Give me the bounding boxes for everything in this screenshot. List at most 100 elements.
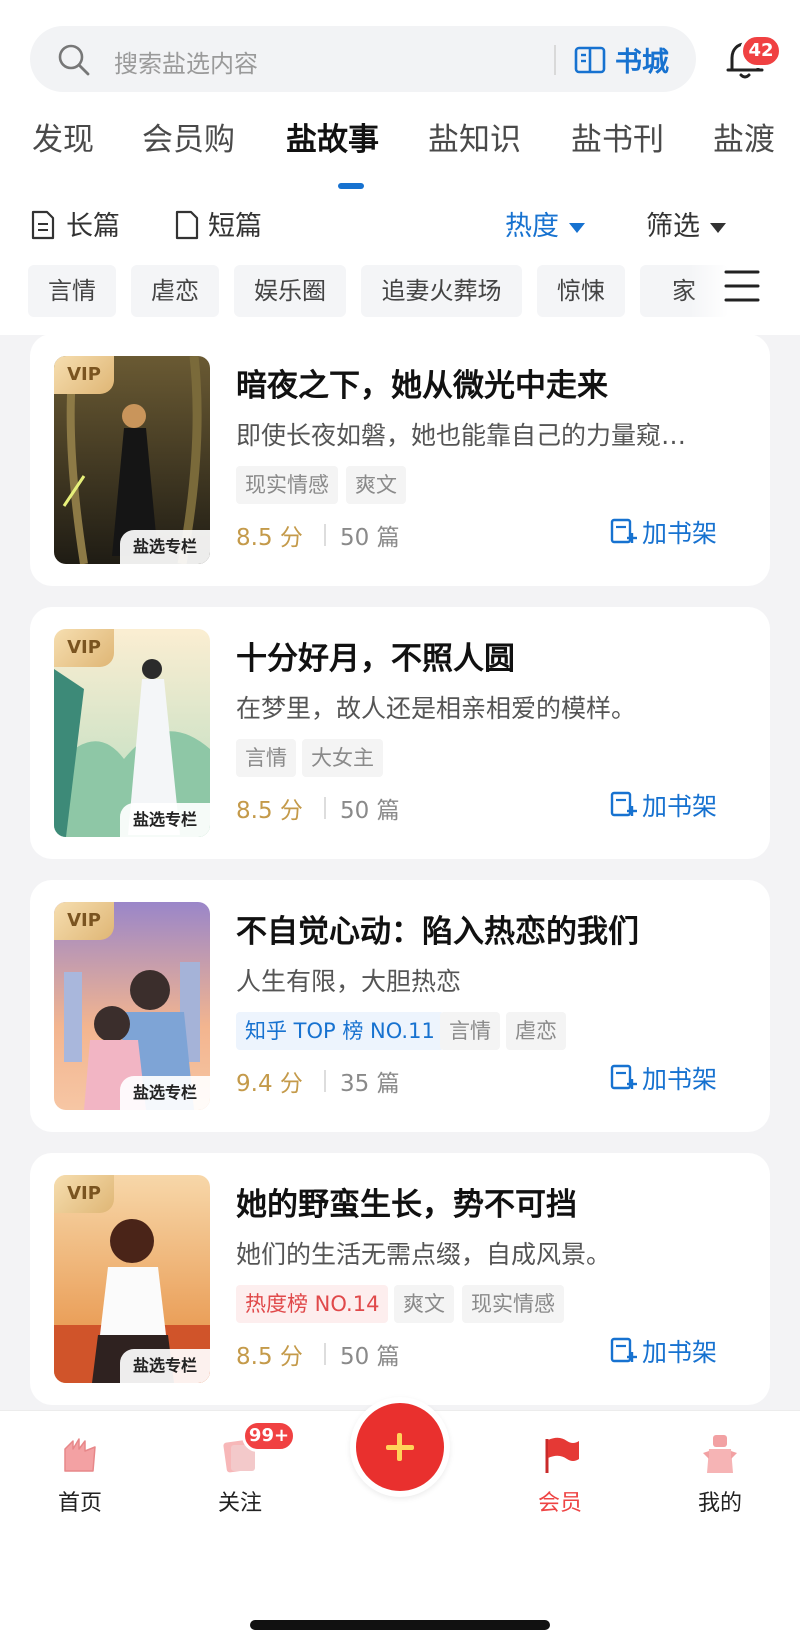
story-title[interactable]: 十分好月，不照人圆 [236, 633, 515, 678]
nav-me[interactable]: 我的 [640, 1411, 800, 1521]
tab-salt-books[interactable]: 盐书刊 [571, 114, 664, 159]
meta-separator [324, 1343, 326, 1365]
tab-salt-knowledge[interactable]: 盐知识 [428, 114, 521, 159]
home-indicator [250, 1620, 550, 1630]
cover-image[interactable]: VIP 盐选专栏 [54, 629, 210, 837]
add-to-shelf-label: 加书架 [642, 792, 718, 821]
tag: 爽文 [394, 1285, 454, 1323]
nav-member-label: 会员 [537, 1491, 582, 1516]
document-icon [31, 210, 55, 240]
story-count: 50 篇 [340, 798, 400, 824]
search-bar[interactable]: 搜索盐选内容 书城 [30, 26, 696, 92]
chip-pursue-wife[interactable]: 追妻火葬场 [361, 265, 522, 317]
nav-home-label: 首页 [57, 1491, 102, 1516]
create-button[interactable] [350, 1397, 450, 1497]
book-city-button[interactable]: 书城 [615, 40, 669, 79]
story-description: 她们的生活无需点缀，自成风景。 [236, 1240, 612, 1269]
story-title[interactable]: 暗夜之下，她从微光中走来 [236, 360, 608, 405]
nav-home[interactable]: 首页 [0, 1411, 160, 1521]
vip-badge: VIP [54, 902, 114, 940]
caret-down-icon [710, 222, 726, 233]
home-hand-icon [64, 1438, 96, 1472]
story-title[interactable]: 她的野蛮生长，势不可挡 [236, 1179, 577, 1224]
filter-long[interactable]: 长篇 [66, 204, 120, 243]
follow-badge: 99+ [242, 1420, 296, 1452]
category-tabs: 发现 会员购 盐故事 盐知识 盐书刊 盐渡 [0, 114, 800, 174]
search-icon [58, 44, 90, 76]
tag: 言情 [440, 1012, 500, 1050]
cover-image[interactable]: VIP 盐选专栏 [54, 356, 210, 564]
book-icon[interactable] [573, 43, 607, 77]
tag: 大女主 [302, 739, 383, 777]
vip-badge: VIP [54, 629, 114, 667]
ranking-tag[interactable]: 知乎 TOP 榜 NO.11 [236, 1012, 444, 1050]
story-card[interactable]: VIP 盐选专栏 暗夜之下，她从微光中走来 即使长夜如磐，她也能靠自己的力量窥…… [30, 334, 770, 586]
page-icon [175, 210, 199, 240]
story-score: 8.5 分 [236, 1344, 303, 1370]
tab-member-shop[interactable]: 会员购 [142, 114, 235, 159]
tab-salt-stories[interactable]: 盐故事 [286, 114, 379, 159]
story-card[interactable]: VIP 盐选专栏 十分好月，不照人圆 在梦里，故人还是相亲相爱的模样。 言情 大… [30, 607, 770, 859]
story-score: 9.4 分 [236, 1071, 303, 1097]
story-title[interactable]: 不自觉心动：陷入热恋的我们 [236, 906, 639, 951]
search-placeholder[interactable]: 搜索盐选内容 [114, 44, 258, 79]
nav-member[interactable]: 会员 [480, 1411, 640, 1521]
column-badge: 盐选专栏 [120, 803, 210, 837]
cover-image[interactable]: VIP 盐选专栏 [54, 902, 210, 1110]
meta-separator [324, 797, 326, 819]
tag: 现实情感 [236, 466, 338, 504]
genre-chips: 言情 虐恋 娱乐圈 追妻火葬场 惊悚 家 [0, 265, 800, 317]
nav-me-label: 我的 [697, 1491, 742, 1516]
vip-badge: VIP [54, 1175, 114, 1213]
notification-badge: 42 [740, 34, 782, 68]
add-shelf-icon [610, 518, 637, 544]
tab-salt-more[interactable]: 盐渡 [713, 114, 775, 159]
cover-image[interactable]: VIP 盐选专栏 [54, 1175, 210, 1383]
bottom-nav: 首页 关注 会员 我的 [0, 1397, 800, 1647]
add-to-shelf-label: 加书架 [642, 1338, 718, 1367]
add-shelf-icon [610, 1337, 637, 1363]
column-badge: 盐选专栏 [120, 530, 210, 564]
nav-follow-label: 关注 [217, 1491, 262, 1516]
menu-icon[interactable] [724, 266, 760, 306]
search-divider [554, 45, 556, 75]
chip-entertainment[interactable]: 娱乐圈 [234, 265, 346, 317]
chip-thriller[interactable]: 惊悚 [537, 265, 625, 317]
active-tab-indicator [338, 183, 364, 189]
story-card[interactable]: VIP 盐选专栏 她的野蛮生长，势不可挡 她们的生活无需点缀，自成风景。 热度榜… [30, 1153, 770, 1405]
chip-angst[interactable]: 虐恋 [131, 265, 219, 317]
story-count: 50 篇 [340, 1344, 400, 1370]
tag: 现实情感 [462, 1285, 564, 1323]
nav-follow[interactable]: 关注 [160, 1411, 320, 1521]
story-count: 35 篇 [340, 1071, 400, 1097]
tab-discover[interactable]: 发现 [32, 114, 94, 159]
add-to-shelf-label: 加书架 [642, 1065, 718, 1094]
flag-icon [545, 1437, 579, 1473]
filter-label: 筛选 [646, 211, 700, 242]
filter-bar: 长篇 短篇 热度 筛选 [0, 198, 800, 248]
story-count: 50 篇 [340, 525, 400, 551]
add-shelf-icon [610, 791, 637, 817]
header: 搜索盐选内容 书城 发现 会员购 盐故事 盐知识 盐书刊 盐渡 长篇 短篇 热度… [0, 0, 800, 335]
story-score: 8.5 分 [236, 525, 303, 551]
story-description: 人生有限，大胆热恋 [236, 967, 462, 996]
add-to-shelf-label: 加书架 [642, 519, 718, 548]
filter-dropdown[interactable]: 筛选 [646, 204, 726, 243]
vip-badge: VIP [54, 356, 114, 394]
sort-hot-dropdown[interactable]: 热度 [505, 204, 585, 243]
meta-separator [324, 524, 326, 546]
story-card[interactable]: VIP 盐选专栏 不自觉心动：陷入热恋的我们 人生有限，大胆热恋 知乎 TOP … [30, 880, 770, 1132]
profile-icon [703, 1435, 737, 1473]
chip-romance[interactable]: 言情 [28, 265, 116, 317]
column-badge: 盐选专栏 [120, 1349, 210, 1383]
story-description: 在梦里，故人还是相亲相爱的模样。 [236, 694, 637, 723]
filter-short[interactable]: 短篇 [208, 204, 262, 243]
caret-down-icon [569, 222, 585, 233]
add-shelf-icon [610, 1064, 637, 1090]
story-score: 8.5 分 [236, 798, 303, 824]
story-description: 即使长夜如磐，她也能靠自己的力量窥… [236, 421, 687, 450]
ranking-tag[interactable]: 热度榜 NO.14 [236, 1285, 389, 1323]
sort-hot-label: 热度 [505, 211, 559, 242]
column-badge: 盐选专栏 [120, 1076, 210, 1110]
plus-icon-vertical [397, 1433, 402, 1461]
